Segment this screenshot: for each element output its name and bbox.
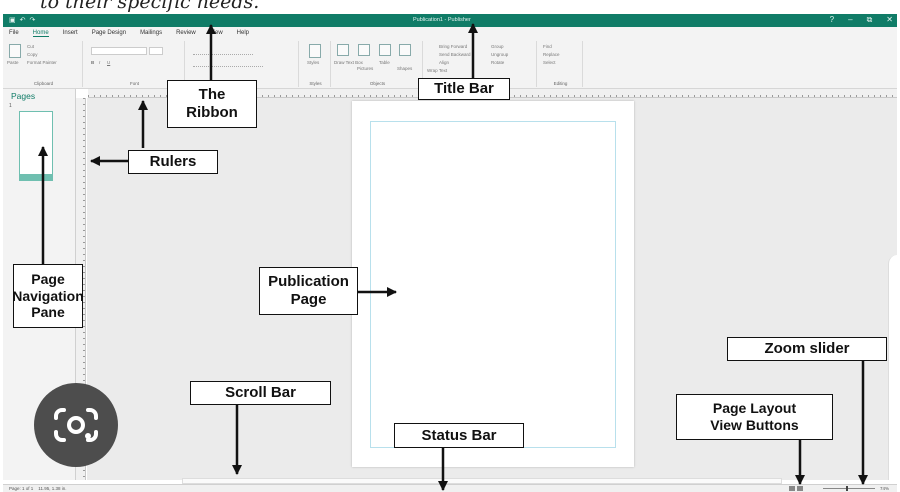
font-size-dropdown[interactable] bbox=[149, 47, 163, 55]
callout-nav-line1: Page bbox=[31, 271, 65, 288]
draw-text-box-button[interactable]: Draw Text Box bbox=[334, 60, 363, 65]
font-name-dropdown[interactable] bbox=[91, 47, 147, 55]
objects-group: Draw Text Box Pictures Table Shapes Obje… bbox=[333, 41, 423, 87]
callout-layout-line2: View Buttons bbox=[710, 417, 799, 433]
tab-page-design[interactable]: Page Design bbox=[92, 30, 126, 36]
shapes-icon[interactable] bbox=[399, 44, 411, 56]
tab-insert[interactable]: Insert bbox=[63, 30, 78, 36]
lens-button[interactable] bbox=[34, 383, 118, 467]
callout-status-bar: Status Bar bbox=[394, 423, 524, 448]
group-button[interactable]: Group bbox=[491, 44, 504, 49]
bold-button[interactable]: B bbox=[91, 60, 94, 65]
clipboard-group-label: Clipboard bbox=[33, 81, 54, 86]
restore-button[interactable]: ⧉ bbox=[867, 15, 873, 25]
shapes-button[interactable]: Shapes bbox=[397, 66, 412, 71]
format-painter-button[interactable]: Format Painter bbox=[27, 60, 57, 65]
page-thumbnail[interactable] bbox=[19, 111, 53, 175]
styles-button[interactable]: Styles bbox=[307, 60, 319, 65]
zoom-slider[interactable] bbox=[823, 488, 875, 489]
page-info[interactable]: Page: 1 of 1 bbox=[9, 486, 33, 491]
vertical-scrollbar[interactable] bbox=[888, 255, 897, 480]
status-bar: Page: 1 of 1 11.95, 1.38 in. 74% bbox=[3, 484, 897, 492]
editing-group-label: Editing bbox=[553, 81, 568, 86]
underline-button[interactable]: U bbox=[107, 60, 110, 65]
callout-layout-line1: Page Layout bbox=[712, 400, 797, 417]
rotate-button[interactable]: Rotate bbox=[491, 60, 504, 65]
status-info: Page: 1 of 1 11.95, 1.38 in. bbox=[9, 486, 67, 491]
lens-icon bbox=[54, 408, 98, 442]
tab-review[interactable]: Review bbox=[176, 30, 196, 36]
table-button[interactable]: Table bbox=[379, 60, 390, 65]
styles-group: Styles Styles bbox=[301, 41, 331, 87]
page-layout-view-buttons bbox=[789, 486, 803, 491]
replace-button[interactable]: Replace bbox=[543, 52, 560, 57]
clipboard-group: Paste Cut Copy Format Painter Clipboard bbox=[5, 41, 83, 87]
ungroup-button[interactable]: Ungroup bbox=[491, 52, 508, 57]
callout-title-bar: Title Bar bbox=[418, 78, 510, 100]
ribbon-tabs: File Home Insert Page Design Mailings Re… bbox=[3, 27, 897, 39]
bring-forward-button[interactable]: Bring Forward bbox=[439, 44, 467, 49]
save-icon[interactable]: ▣ bbox=[9, 16, 16, 24]
close-button[interactable]: ✕ bbox=[886, 15, 893, 25]
callout-layout-buttons: Page Layout View Buttons bbox=[676, 394, 833, 440]
callout-publication-page: Publication Page bbox=[259, 267, 358, 315]
callout-pub-line1: Publication bbox=[268, 273, 349, 291]
tab-mailings[interactable]: Mailings bbox=[140, 30, 162, 36]
intro-text: to their specific needs. bbox=[40, 0, 260, 13]
callout-rulers: Rulers bbox=[128, 150, 218, 174]
callout-nav-line3: Pane bbox=[31, 304, 65, 321]
margin-guides bbox=[370, 121, 616, 448]
callout-ribbon: The Ribbon bbox=[167, 80, 257, 128]
list-buttons[interactable] bbox=[193, 47, 253, 55]
paste-icon[interactable] bbox=[9, 44, 21, 58]
align-button[interactable]: Align bbox=[439, 60, 449, 65]
find-button[interactable]: Find bbox=[543, 44, 552, 49]
cut-button[interactable]: Cut bbox=[27, 44, 34, 49]
wrap-text-button[interactable]: Wrap Text bbox=[427, 68, 447, 73]
send-backward-button[interactable]: Send Backward bbox=[439, 52, 471, 57]
tab-file[interactable]: File bbox=[9, 30, 19, 36]
select-button[interactable]: Select bbox=[543, 60, 556, 65]
copy-button[interactable]: Copy bbox=[27, 52, 38, 57]
paste-button[interactable]: Paste bbox=[7, 60, 19, 65]
callout-zoom-slider: Zoom slider bbox=[727, 337, 887, 361]
pages-pane-title: Pages bbox=[11, 91, 36, 101]
pictures-button[interactable]: Pictures bbox=[357, 66, 373, 71]
italic-button[interactable]: I bbox=[99, 60, 100, 65]
tab-help[interactable]: Help bbox=[237, 30, 249, 36]
zoom-slider-thumb[interactable] bbox=[846, 486, 848, 491]
zoom-percent[interactable]: 74% bbox=[880, 486, 889, 491]
table-icon[interactable] bbox=[379, 44, 391, 56]
callout-ribbon-line2: Ribbon bbox=[186, 104, 238, 121]
document-title: Publication1 - Publisher bbox=[413, 17, 471, 23]
callout-pub-line2: Page bbox=[290, 291, 327, 308]
styles-icon[interactable] bbox=[309, 44, 321, 58]
callout-nav-pane: Page Navigation Pane bbox=[12, 264, 84, 328]
callout-scroll-bar: Scroll Bar bbox=[190, 381, 331, 405]
help-button[interactable]: ? bbox=[830, 15, 834, 25]
callout-nav-line2: Navigation bbox=[12, 287, 84, 304]
pictures-icon[interactable] bbox=[358, 44, 370, 56]
page-number: 1 bbox=[9, 103, 12, 109]
align-buttons[interactable] bbox=[193, 59, 263, 67]
tab-home[interactable]: Home bbox=[32, 30, 49, 37]
quick-access-toolbar: ▣ ↶ ↷ bbox=[9, 16, 35, 24]
tab-view[interactable]: View bbox=[210, 30, 223, 36]
undo-icon[interactable]: ↶ bbox=[20, 16, 26, 24]
cursor-position: 11.95, 1.38 in. bbox=[38, 486, 67, 491]
editing-group: Find Replace Select Editing bbox=[539, 41, 583, 87]
callout-ribbon-line1: The bbox=[198, 86, 226, 104]
single-page-view-button[interactable] bbox=[789, 486, 795, 491]
page-thumbnail-selection bbox=[19, 175, 53, 181]
two-page-view-button[interactable] bbox=[797, 486, 803, 491]
minimize-button[interactable]: – bbox=[848, 15, 852, 25]
text-box-icon[interactable] bbox=[337, 44, 349, 56]
redo-icon[interactable]: ↷ bbox=[30, 16, 36, 24]
styles-group-label: Styles bbox=[309, 81, 322, 86]
title-bar: ▣ ↶ ↷ Publication1 - Publisher ? – ⧉ ✕ bbox=[3, 14, 897, 27]
window-controls: ? – ⧉ ✕ bbox=[830, 15, 893, 25]
objects-group-label: Objects bbox=[369, 81, 386, 86]
